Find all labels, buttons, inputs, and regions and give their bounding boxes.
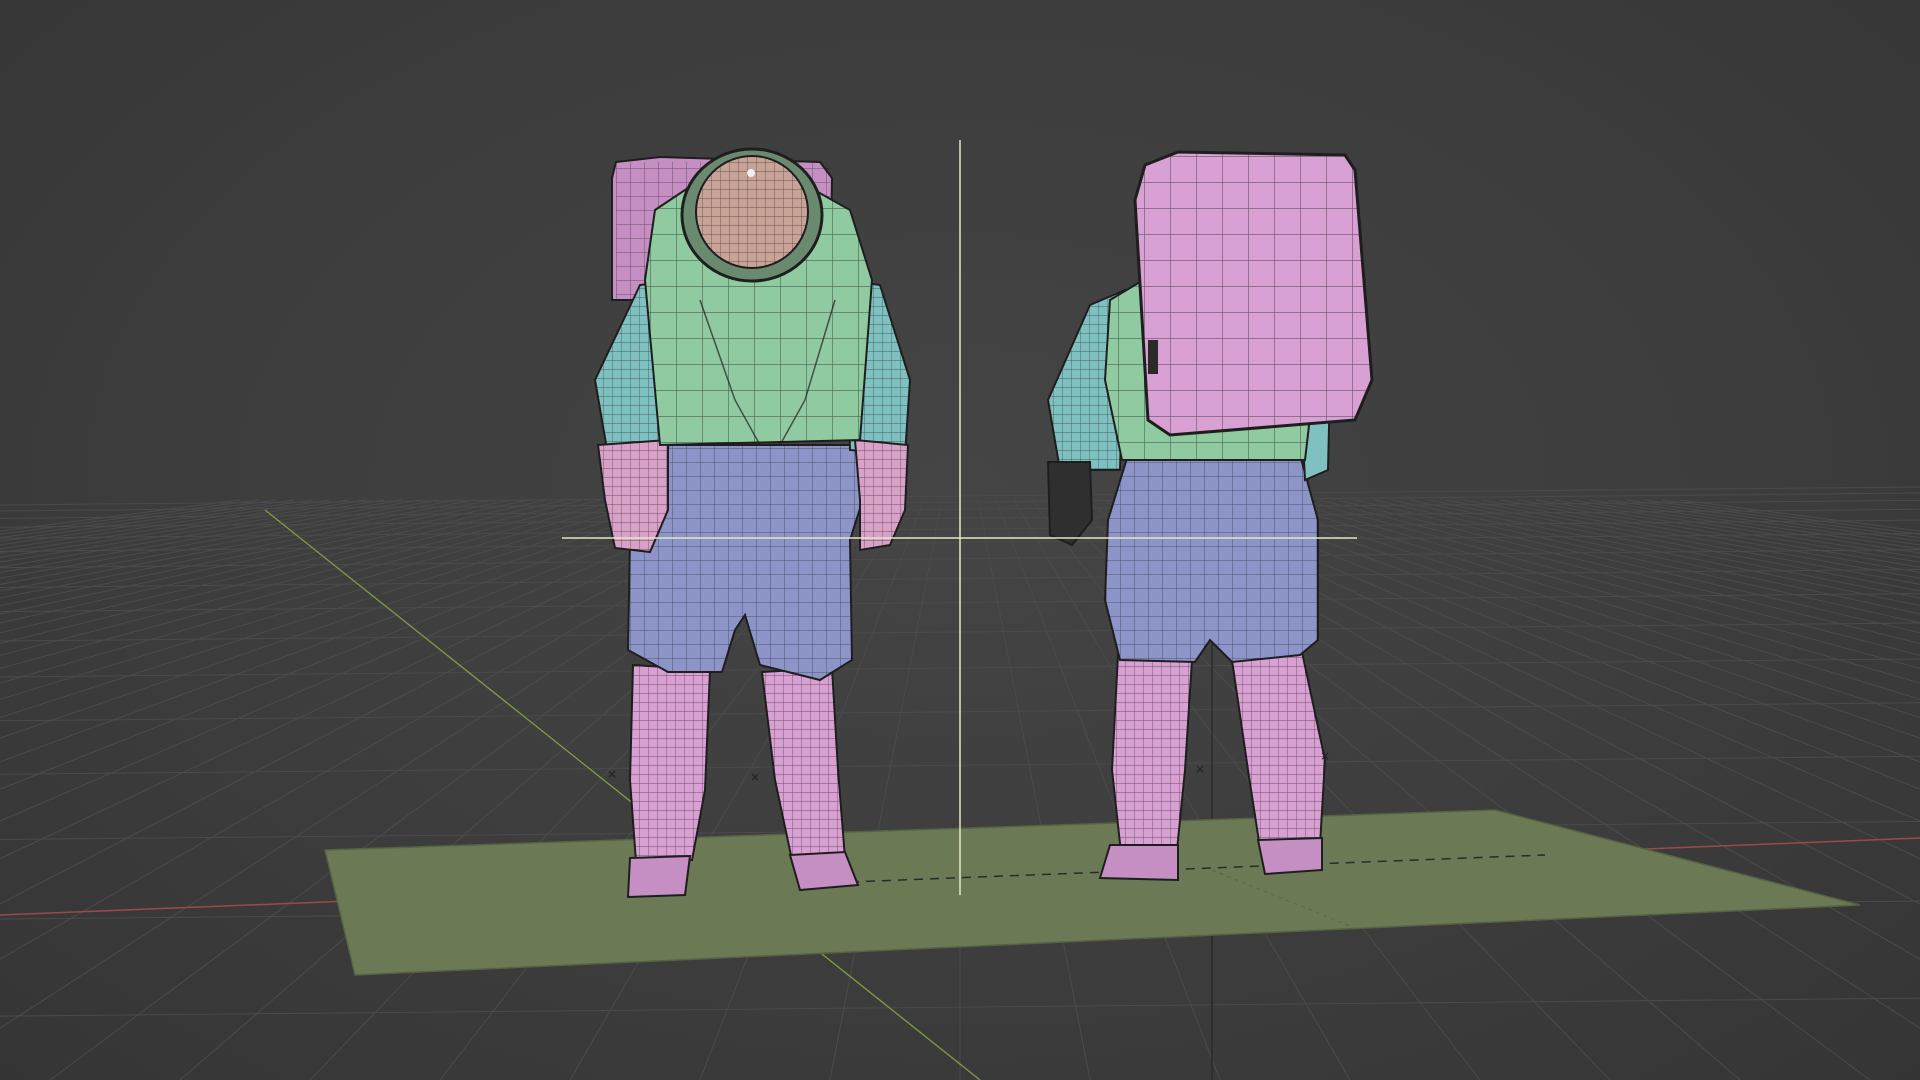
grid-line: [1427, 499, 1920, 599]
svg-text:×: ×: [1195, 762, 1205, 776]
grid-line: [0, 499, 709, 763]
grid-line: [1517, 499, 1920, 568]
y-axis-line: [264, 509, 981, 1080]
grid-line: [1571, 499, 1920, 554]
grid-line: [1373, 499, 1920, 624]
grid-line: [1229, 499, 1920, 739]
svg-text:×: ×: [1320, 749, 1330, 763]
back-right-boot: [1256, 836, 1323, 876]
astronaut-front[interactable]: × ×: [593, 147, 912, 899]
front-right-boot: [788, 850, 860, 892]
back-left-boot: [1098, 844, 1179, 882]
svg-text:×: ×: [607, 767, 617, 781]
back-left-glove: [1046, 461, 1094, 547]
grid-line: [977, 499, 1091, 1080]
grid-line: [0, 499, 691, 739]
grid-line: [1409, 499, 1920, 607]
grid-line: [1265, 499, 1920, 700]
astronaut-back[interactable]: × ×: [1046, 150, 1374, 882]
grid-line: [1301, 499, 1920, 669]
grid-line: [1499, 499, 1920, 574]
grid-line: [0, 499, 673, 719]
svg-text:×: ×: [750, 770, 760, 784]
3d-viewport[interactable]: × × × ×: [0, 0, 1920, 1080]
grid-line: [1283, 499, 1920, 684]
grid-line: [1355, 499, 1920, 634]
front-left-boot: [626, 854, 692, 899]
grid-line: [1247, 499, 1920, 719]
viewport-canvas[interactable]: × × × ×: [0, 0, 1920, 1080]
grid-line: [1337, 499, 1920, 645]
grid-line: [1679, 499, 1920, 532]
grid-line: [1643, 499, 1920, 539]
